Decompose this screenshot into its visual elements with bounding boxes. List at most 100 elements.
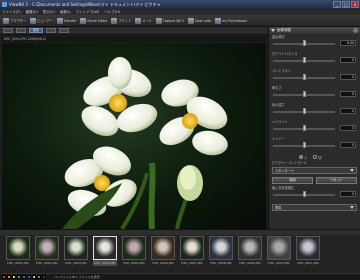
contrast-value[interactable]: 0 [340, 74, 356, 80]
aberration-row: 軸上色収差補正 0 [272, 186, 356, 197]
color-label-swatch[interactable] [27, 275, 31, 279]
thumbnail-caption: DSC_0005.JPG [123, 261, 145, 265]
rotate-left-button[interactable] [46, 28, 56, 33]
forward-button[interactable] [16, 28, 26, 33]
viewer-button[interactable]: ビューアー [29, 16, 54, 25]
open-with-icon [187, 17, 194, 24]
footer-select[interactable]: 標準 [272, 204, 357, 211]
reset-button[interactable]: リセット [316, 177, 357, 184]
picture-control-label: ピクチャーコントロール [272, 161, 308, 165]
movie-editor-button[interactable]: Movie Editor [79, 16, 108, 25]
minimize-button[interactable]: _ [333, 1, 341, 8]
thumbnail-image [180, 236, 204, 260]
color-label-swatch[interactable] [2, 275, 6, 279]
white-balance-value[interactable]: 0 [340, 57, 356, 63]
footer-dropdown-arrow-icon [350, 206, 354, 209]
image-info-bar: DSC_0001.JPG 2009/04/12 [2, 36, 266, 42]
highlight-value[interactable]: 0 [340, 125, 356, 131]
movie-icon [80, 17, 87, 24]
viewer-icon [29, 17, 36, 24]
shadow-value[interactable]: 0 [340, 142, 356, 148]
filmstrip-thumbnail[interactable]: DSC_0009.JPG [238, 236, 262, 266]
white-balance-slider-thumb[interactable] [303, 57, 306, 63]
close-button[interactable]: × [351, 1, 359, 8]
color-label-swatch[interactable] [17, 275, 21, 279]
help-icon[interactable] [353, 28, 358, 33]
filmstrip-thumbnail[interactable]: DSC_0011.JPG [296, 236, 320, 266]
color-label-swatch[interactable] [42, 275, 46, 279]
contrast-slider-thumb[interactable] [303, 74, 306, 80]
brightness-slider-thumb[interactable] [303, 91, 306, 97]
rotate-right-button[interactable] [59, 28, 69, 33]
thumbnail-caption: DSC_0010.JPG [268, 261, 290, 265]
filmstrip: DSC_0001.JPG DSC_0002.JPG DSC_0003.JPG DSC_… [0, 235, 360, 273]
menu-file[interactable]: ファイル(F) [2, 10, 21, 15]
maximize-button[interactable]: □ [342, 1, 350, 8]
filmstrip-thumbnail[interactable]: DSC_0004.JPG [93, 236, 117, 266]
flower-photo [62, 57, 228, 229]
aberration-value[interactable]: 0 [340, 191, 356, 197]
mail-button[interactable]: メール [134, 16, 153, 25]
transfer-button[interactable]: Transfer [56, 16, 78, 25]
menu-help[interactable]: ヘルプ(H) [104, 10, 120, 15]
thumbnail-image [6, 236, 30, 260]
collapse-arrow-icon [271, 29, 275, 32]
view-toolbar: 表示 [0, 27, 270, 35]
saturation-value[interactable]: 0 [340, 108, 356, 114]
thumbnail-caption: DSC_0004.JPG [94, 261, 116, 265]
filmstrip-thumbnail[interactable]: DSC_0002.JPG [35, 236, 59, 266]
apply-button[interactable]: 適用 [272, 177, 313, 184]
thumbnail-caption: DSC_0007.JPG [181, 261, 203, 265]
exposure-row: 露出補正 0.00 [272, 35, 356, 46]
brightness-value[interactable]: 0 [340, 91, 356, 97]
thumbnail-image [267, 236, 291, 260]
transfer-icon [56, 17, 63, 24]
thumbnail-caption: DSC_0002.JPG [36, 261, 58, 265]
window-title: ViewNX 2 - C:\Documents and Settings\Nik… [9, 1, 161, 7]
adjustment-panel: 画像調整 露出補正 0.00 ホワイトバランス 0 コントラスト 0 明るさ 0… [268, 27, 360, 229]
thumbnail-image [93, 236, 117, 260]
view-mode-button[interactable]: 表示 [29, 28, 43, 33]
filmstrip-thumbnail[interactable]: DSC_0008.JPG [209, 236, 233, 266]
radio-off[interactable]: 切 [313, 155, 321, 160]
color-label-swatch[interactable] [32, 275, 36, 279]
menu-edit[interactable]: 編集(E) [26, 10, 38, 15]
exposure-value[interactable]: 0.00 [340, 40, 356, 46]
shadow-slider-thumb[interactable] [303, 142, 306, 148]
filmstrip-thumbnail[interactable]: DSC_0006.JPG [151, 236, 175, 266]
picturetown-button[interactable]: my Picturetown [214, 16, 248, 25]
dropdown-arrow-icon [350, 169, 354, 172]
filmstrip-thumbnail[interactable]: DSC_0005.JPG [122, 236, 146, 266]
thumbnail-image [122, 236, 146, 260]
filmstrip-thumbnail[interactable]: DSC_0001.JPG [6, 236, 30, 266]
radio-on[interactable]: 入 [299, 155, 307, 160]
open-with-button[interactable]: Open with [187, 16, 212, 25]
filmstrip-thumbnail[interactable]: DSC_0007.JPG [180, 236, 204, 266]
image-viewer[interactable] [2, 43, 266, 229]
back-button[interactable] [3, 28, 13, 33]
color-label-swatch[interactable] [22, 275, 26, 279]
thumbnail-caption: DSC_0009.JPG [239, 261, 261, 265]
adjustment-panel-header[interactable]: 画像調整 [269, 27, 360, 34]
menu-image[interactable]: 画像(I) [60, 10, 71, 15]
thumbnail-image [209, 236, 233, 260]
print-icon [111, 17, 118, 24]
thumbnail-caption: DSC_0006.JPG [152, 261, 174, 265]
color-label-swatch[interactable] [37, 275, 41, 279]
saturation-slider-thumb[interactable] [303, 108, 306, 114]
browser-button[interactable]: ブラウザー [2, 16, 27, 25]
filmstrip-thumbnail[interactable]: DSC_0010.JPG [267, 236, 291, 266]
capture-nx-button[interactable]: Capture NX 2 [155, 16, 185, 25]
picture-control-select[interactable]: スタンダード [272, 167, 357, 174]
exposure-slider-thumb[interactable] [303, 40, 306, 46]
menu-view[interactable]: 表示(V) [43, 10, 55, 15]
thumbnail-caption: DSC_0003.JPG [65, 261, 87, 265]
highlight-slider-thumb[interactable] [303, 125, 306, 131]
print-button[interactable]: プリント [110, 16, 132, 25]
thumbnail-image [296, 236, 320, 260]
color-label-swatch[interactable] [7, 275, 11, 279]
filmstrip-thumbnail[interactable]: DSC_0003.JPG [64, 236, 88, 266]
color-label-swatch[interactable] [12, 275, 16, 279]
aberration-slider-thumb[interactable] [303, 191, 306, 197]
menu-window[interactable]: ウィンドウ(W) [76, 10, 100, 15]
